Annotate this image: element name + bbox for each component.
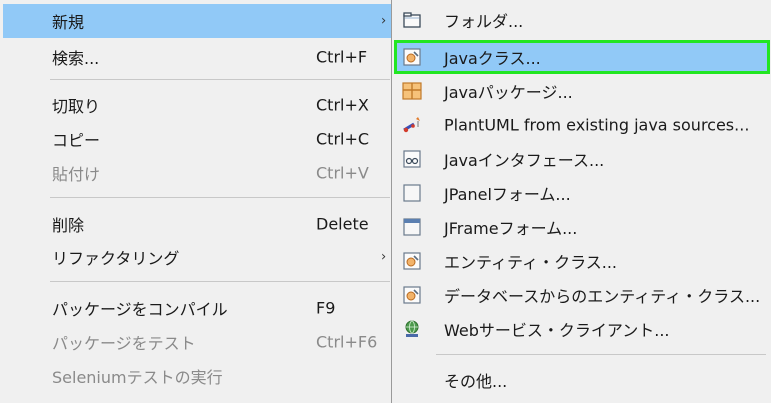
jpanel-form-icon (402, 183, 422, 203)
menu-item-shortcut: Ctrl+F6 (316, 332, 378, 352)
submenu-item-java-package[interactable]: Javaパッケージ... (392, 74, 771, 108)
menu-item-label: 新規 (52, 13, 85, 32)
folder-icon (402, 10, 422, 30)
menu-separator (50, 281, 390, 282)
menu-item-shortcut: Delete (316, 214, 369, 234)
web-service-client-icon (402, 319, 422, 339)
context-menu-screen: 新規 › 検索... Ctrl+F 切取り Ctrl+X コピー Ctrl+C … (0, 0, 771, 403)
menu-separator (436, 354, 766, 355)
new-submenu: フォルダ... Javaクラス... Javaパッケージ... PlantUML… (391, 0, 771, 403)
plantuml-icon (402, 115, 422, 135)
submenu-item-folder[interactable]: フォルダ... (392, 3, 771, 37)
submenu-item-plantuml[interactable]: PlantUML from existing java sources... (392, 108, 771, 142)
submenu-item-label: Webサービス・クライアント... (444, 321, 670, 340)
menu-item-label: 貼付け (52, 165, 101, 184)
submenu-item-label: Javaパッケージ... (444, 83, 573, 102)
submenu-item-jframe-form[interactable]: JFrameフォーム... (392, 210, 771, 244)
menu-item-refactor[interactable]: リファクタリング › (0, 240, 392, 274)
java-class-icon (402, 47, 422, 67)
menu-item-run-selenium-tests: Seleniumテストの実行 (0, 359, 392, 393)
menu-item-label: パッケージをコンパイル (52, 300, 228, 319)
submenu-item-label: データベースからのエンティティ・クラス... (444, 287, 761, 306)
menu-item-label: リファクタリング (52, 249, 180, 268)
menu-separator (50, 197, 390, 198)
menu-item-label: パッケージをテスト (52, 334, 196, 353)
submenu-item-label: Javaクラス... (444, 49, 541, 68)
menu-item-label: コピー (52, 131, 101, 150)
menu-item-test-package: パッケージをテスト Ctrl+F6 (0, 325, 392, 359)
submenu-item-label: フォルダ... (444, 12, 524, 31)
submenu-item-jpanel-form[interactable]: JPanelフォーム... (392, 176, 771, 210)
context-menu: 新規 › 検索... Ctrl+F 切取り Ctrl+X コピー Ctrl+C … (0, 0, 392, 403)
submenu-item-label: JFrameフォーム... (444, 219, 578, 238)
submenu-arrow-icon: › (381, 249, 387, 265)
entity-class-icon (402, 251, 422, 271)
menu-separator (50, 79, 390, 80)
submenu-item-label: その他... (444, 372, 508, 391)
menu-item-find[interactable]: 検索... Ctrl+F (0, 40, 392, 74)
menu-item-shortcut: Ctrl+F (316, 47, 368, 67)
menu-item-shortcut: Ctrl+C (316, 129, 370, 149)
java-package-icon (402, 81, 422, 101)
menu-item-delete[interactable]: 削除 Delete (0, 207, 392, 241)
db-entity-class-icon (402, 285, 422, 305)
submenu-item-java-interface[interactable]: Javaインタフェース... (392, 142, 771, 176)
submenu-item-label: エンティティ・クラス... (444, 253, 618, 272)
submenu-item-other[interactable]: その他... (392, 363, 771, 397)
submenu-arrow-icon: › (381, 13, 387, 29)
menu-item-compile-package[interactable]: パッケージをコンパイル F9 (0, 291, 392, 325)
submenu-item-web-service-client[interactable]: Webサービス・クライアント... (392, 312, 771, 346)
menu-item-new[interactable]: 新規 › (3, 4, 391, 38)
menu-item-paste: 貼付け Ctrl+V (0, 156, 392, 190)
menu-item-label: 削除 (52, 216, 85, 235)
jframe-form-icon (402, 217, 422, 237)
submenu-item-entity-class[interactable]: エンティティ・クラス... (392, 244, 771, 278)
submenu-item-entity-class-from-db[interactable]: データベースからのエンティティ・クラス... (392, 278, 771, 312)
submenu-item-label: JPanelフォーム... (444, 185, 571, 204)
submenu-item-java-class[interactable]: Javaクラス... (394, 40, 770, 74)
menu-item-label: 切取り (52, 97, 101, 116)
menu-item-shortcut: Ctrl+V (316, 163, 369, 183)
menu-item-copy[interactable]: コピー Ctrl+C (0, 122, 392, 156)
menu-item-label: 検索... (52, 49, 100, 68)
menu-item-cut[interactable]: 切取り Ctrl+X (0, 88, 392, 122)
submenu-item-label: PlantUML from existing java sources... (444, 115, 750, 135)
menu-item-label: Seleniumテストの実行 (52, 368, 223, 387)
submenu-item-label: Javaインタフェース... (444, 151, 605, 170)
menu-item-shortcut: Ctrl+X (316, 95, 369, 115)
menu-item-shortcut: F9 (316, 298, 336, 318)
java-interface-icon (402, 149, 422, 169)
